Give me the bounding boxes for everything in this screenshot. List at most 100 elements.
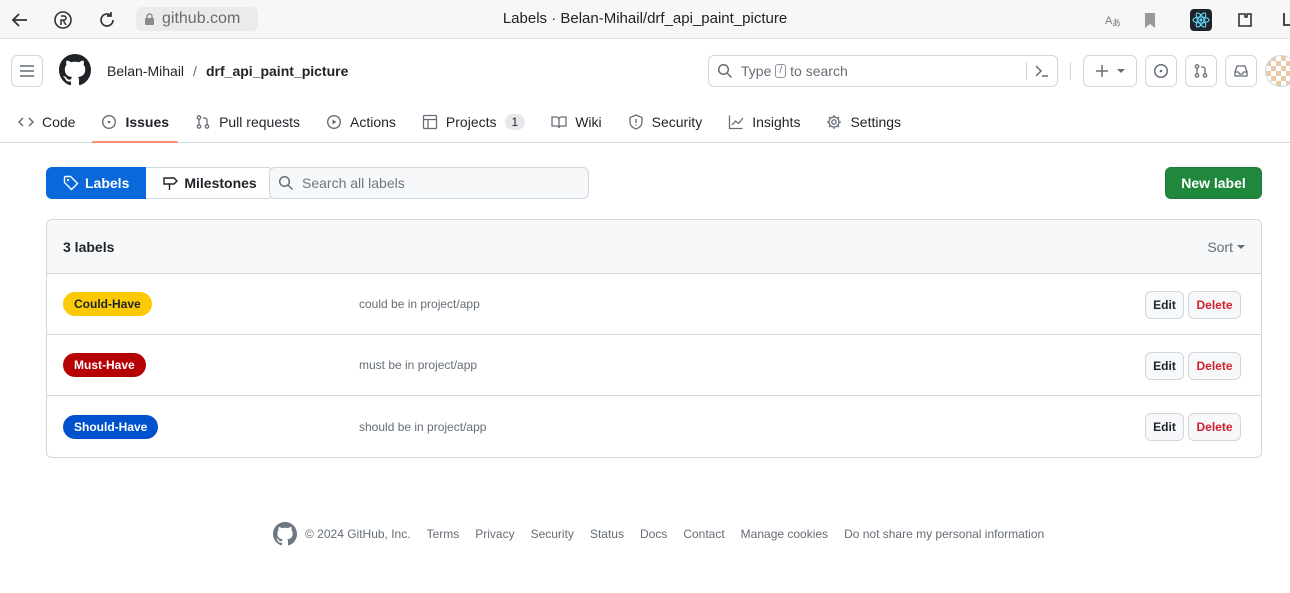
- milestone-icon: [163, 177, 179, 190]
- tab-projects[interactable]: Projects 1: [413, 100, 534, 143]
- tab-label: Projects: [445, 113, 497, 130]
- avatar[interactable]: [1265, 55, 1290, 87]
- label-badge[interactable]: Should-Have: [63, 414, 159, 439]
- github-mark-icon[interactable]: [273, 522, 297, 546]
- edit-label-button[interactable]: Edit: [1145, 352, 1184, 380]
- tab-pull-requests[interactable]: Pull requests: [186, 100, 309, 143]
- tab-label: Pull requests: [219, 113, 300, 130]
- tab-label: Security: [651, 113, 703, 130]
- label-row: Should-Have should be in project/app Edi…: [47, 396, 1261, 457]
- footer-link-terms[interactable]: Terms: [427, 527, 460, 541]
- edit-label-button[interactable]: Edit: [1145, 413, 1184, 441]
- footer-link-status[interactable]: Status: [590, 527, 624, 541]
- label-row: Must-Have must be in project/app Edit De…: [47, 335, 1261, 396]
- play-icon: [326, 114, 342, 129]
- url-text: github.com: [162, 10, 241, 27]
- tab-label: Actions: [350, 113, 396, 130]
- back-arrow-icon[interactable]: [9, 9, 31, 31]
- issue-opened-icon: [1153, 63, 1169, 79]
- label-badge[interactable]: Must-Have: [63, 353, 146, 377]
- delete-label-button[interactable]: Delete: [1188, 352, 1241, 380]
- search-divider: [1026, 62, 1027, 80]
- menu-button[interactable]: [11, 55, 43, 87]
- command-palette-icon[interactable]: [1034, 63, 1050, 79]
- milestones-tab-button[interactable]: Milestones: [146, 167, 274, 199]
- breadcrumb-repo[interactable]: drf_api_paint_picture: [206, 63, 348, 79]
- footer-link-do-not-share[interactable]: Do not share my personal information: [844, 527, 1044, 541]
- graph-icon: [729, 115, 744, 129]
- repo-tabs: Code Issues Pull requests Actions Projec…: [9, 100, 918, 143]
- global-search-input[interactable]: Type / to search: [708, 55, 1058, 87]
- header-divider: [1070, 62, 1071, 80]
- inbox-button[interactable]: [1225, 55, 1257, 87]
- delete-label-button[interactable]: Delete: [1188, 413, 1241, 441]
- tab-security[interactable]: Security: [619, 100, 712, 143]
- tag-icon: [63, 175, 79, 191]
- lock-icon: [145, 12, 154, 25]
- inbox-icon: [1234, 65, 1248, 77]
- edit-label-button[interactable]: Edit: [1145, 291, 1184, 319]
- tab-code[interactable]: Code: [9, 100, 84, 143]
- reload-icon[interactable]: [96, 9, 118, 31]
- issue-opened-icon: [102, 114, 117, 129]
- sort-dropdown[interactable]: Sort: [1207, 239, 1245, 255]
- footer-link-contact[interactable]: Contact: [683, 527, 724, 541]
- tab-actions[interactable]: Actions: [317, 100, 405, 143]
- delete-label-button[interactable]: Delete: [1188, 291, 1241, 319]
- extensions-icon[interactable]: [1234, 9, 1256, 31]
- labels-subnav: Labels Milestones: [46, 167, 274, 199]
- pull-requests-shortcut-button[interactable]: [1185, 55, 1217, 87]
- react-devtools-icon[interactable]: [1190, 9, 1212, 31]
- breadcrumb-separator: /: [193, 63, 197, 79]
- hamburger-icon: [20, 65, 34, 77]
- tab-label: Wiki: [575, 113, 602, 130]
- search-placeholder-prefix: Type: [741, 63, 772, 79]
- book-icon: [551, 115, 567, 128]
- label-description: must be in project/app: [359, 358, 478, 372]
- footer-link-docs[interactable]: Docs: [640, 527, 667, 541]
- breadcrumb-owner[interactable]: Belan-Mihail: [107, 63, 184, 79]
- bookmark-icon[interactable]: [1139, 9, 1161, 31]
- translate-icon[interactable]: Aあ: [1102, 9, 1124, 31]
- tab-wiki[interactable]: Wiki: [542, 100, 610, 143]
- label-search-placeholder: Search all labels: [302, 175, 405, 191]
- git-pull-request-icon: [196, 114, 210, 129]
- label-search-input[interactable]: Search all labels: [269, 167, 589, 199]
- triangle-down-icon: [1117, 69, 1125, 73]
- labels-list: 3 labels Sort Could-Have could be in pro…: [46, 219, 1262, 458]
- label-row: Could-Have could be in project/app Edit …: [47, 274, 1261, 335]
- tab-label: Code: [42, 113, 76, 130]
- address-bar[interactable]: github.com: [136, 7, 258, 31]
- shield-icon: [628, 113, 643, 130]
- svg-text:あ: あ: [1112, 18, 1121, 28]
- tab-insights[interactable]: Insights: [719, 100, 809, 143]
- issues-shortcut-button[interactable]: [1145, 55, 1177, 87]
- tab-label: Issues: [125, 113, 170, 130]
- footer-link-security[interactable]: Security: [531, 527, 574, 541]
- labels-tab-label: Labels: [85, 175, 130, 191]
- milestones-tab-label: Milestones: [184, 175, 257, 191]
- label-description: should be in project/app: [359, 419, 487, 434]
- label-badge[interactable]: Could-Have: [63, 292, 152, 316]
- label-description: could be in project/app: [359, 297, 480, 311]
- tab-settings[interactable]: Settings: [817, 100, 910, 143]
- labels-tab-button[interactable]: Labels: [46, 167, 147, 199]
- labels-count: 3 labels: [63, 238, 115, 255]
- browser-toolbar: github.com Labels · Belan-Mihail/drf_api…: [0, 0, 1290, 39]
- footer-link-privacy[interactable]: Privacy: [475, 527, 514, 541]
- code-icon: [18, 116, 34, 127]
- plus-icon: [1096, 65, 1108, 77]
- create-new-button[interactable]: [1083, 55, 1137, 87]
- new-label-button[interactable]: New label: [1165, 167, 1262, 199]
- browser-logo-icon[interactable]: [52, 9, 74, 31]
- download-icon[interactable]: [1278, 9, 1290, 31]
- site-footer: © 2024 GitHub, Inc. Terms Privacy Securi…: [273, 522, 1044, 546]
- footer-link-manage-cookies[interactable]: Manage cookies: [741, 527, 828, 541]
- git-pull-request-icon: [1194, 64, 1208, 78]
- search-icon: [717, 63, 733, 79]
- github-logo-icon[interactable]: [59, 54, 91, 86]
- gear-icon: [827, 114, 842, 129]
- search-placeholder-suffix: to search: [790, 63, 848, 79]
- tab-issues[interactable]: Issues: [92, 100, 178, 143]
- repo-header: Belan-Mihail / drf_api_paint_picture Typ…: [0, 39, 1290, 143]
